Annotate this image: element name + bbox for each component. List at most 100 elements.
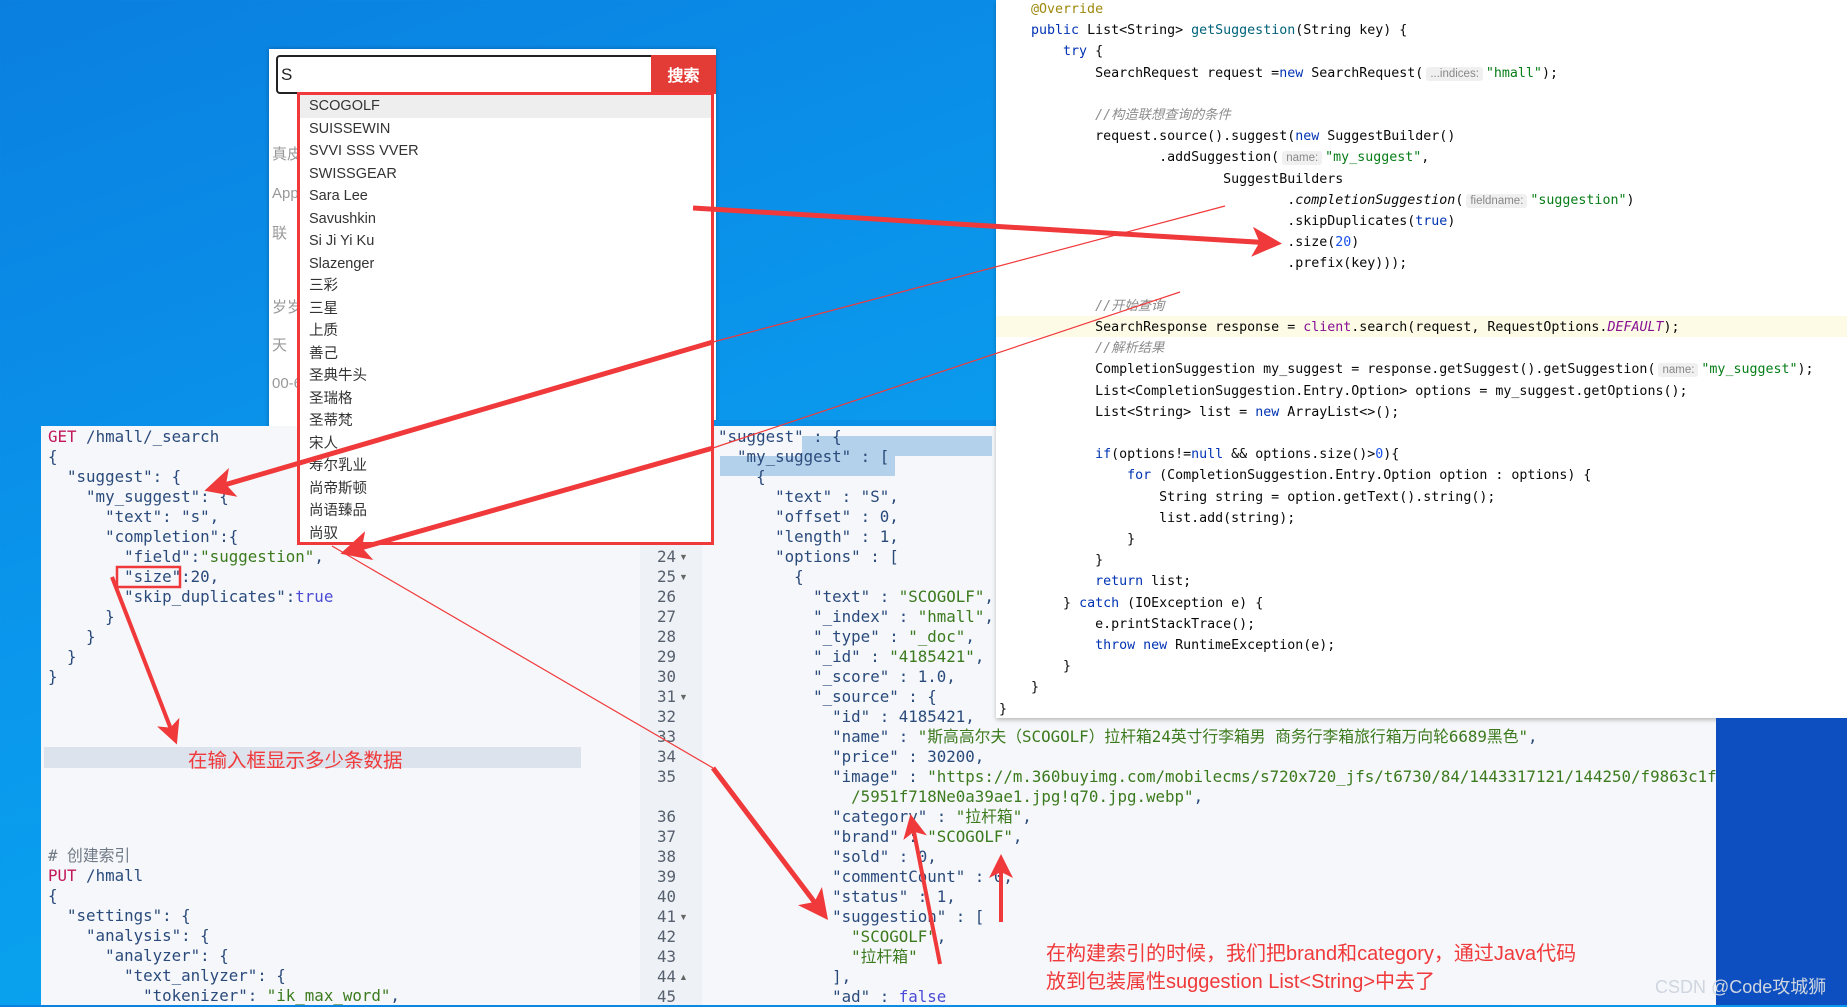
code-token: } xyxy=(48,627,96,646)
code-token: ) xyxy=(1351,235,1360,251)
code-line: .addSuggestion(name: "my_suggest", xyxy=(999,147,1429,168)
code-token: "id" : 4185421, xyxy=(699,707,975,726)
code-token: List<String> list = xyxy=(999,404,1256,420)
code-token: "https://m.360buyimg.com/mobilecms/s720x… xyxy=(927,767,1717,786)
code-line: .completionSuggestion(fieldname: "suggest… xyxy=(999,190,1634,211)
code-token: "completion":{ xyxy=(48,527,239,546)
code-line: list.add(string); xyxy=(999,508,1295,529)
suggestion-item[interactable]: SWISSGEAR xyxy=(300,163,711,186)
line-number: 37 xyxy=(656,827,676,846)
code-token: for xyxy=(999,468,1160,484)
code-line: .skipDuplicates(true) xyxy=(999,211,1455,232)
code-token: "_id" : xyxy=(699,647,890,666)
request-line: "skip_duplicates":true xyxy=(48,587,333,607)
request-line: # 创建索引 xyxy=(48,846,130,866)
response-line: "price" : 30200, xyxy=(699,747,984,767)
code-token: .addSuggestion( xyxy=(999,150,1280,166)
fold-up-icon[interactable]: ▲ xyxy=(679,967,688,987)
code-token: catch xyxy=(1079,595,1128,611)
response-line: "_id" : "4185421", xyxy=(699,647,984,667)
request-line: } xyxy=(48,607,115,627)
annotation-size: 在输入框显示多少条数据 xyxy=(188,750,403,772)
code-line: CompletionSuggestion my_suggest = respon… xyxy=(999,359,1814,380)
code-token: "tokenizer": xyxy=(48,986,267,1005)
code-token: . xyxy=(999,192,1296,208)
suggestion-item[interactable]: Slazenger xyxy=(300,253,711,276)
watermark: CSDN @Code攻城狮 xyxy=(1655,977,1827,997)
desktop-background xyxy=(1716,718,1847,1005)
suggestion-item[interactable]: 寿尔乳业 xyxy=(300,455,711,478)
code-token: "my_suggest" : [ xyxy=(699,447,890,466)
suggestion-item[interactable]: SVVI SSS VVER xyxy=(300,140,711,163)
suggestion-item[interactable]: Sara Lee xyxy=(300,185,711,208)
code-line: String string = option.getText().string(… xyxy=(999,487,1495,508)
search-input[interactable]: S xyxy=(276,55,654,94)
suggestion-item[interactable]: 尚语臻品 xyxy=(300,500,711,523)
response-line: "id" : 4185421, xyxy=(699,707,975,727)
fold-down-icon[interactable]: ▼ xyxy=(679,687,688,707)
code-token: true xyxy=(295,587,334,606)
code-token: throw new xyxy=(999,638,1176,653)
response-line: "SCOGOLF", xyxy=(699,927,946,947)
line-number: 45 xyxy=(656,987,676,1006)
code-token: "field": xyxy=(48,547,201,566)
suggestion-item[interactable]: 宋人 xyxy=(300,433,711,456)
suggestion-item[interactable]: SCOGOLF xyxy=(300,95,711,118)
fold-down-icon[interactable]: ▼ xyxy=(679,907,688,927)
code-token: (IOException e) { xyxy=(1127,595,1264,611)
line-number: 41 xyxy=(656,907,676,926)
request-line: "suggest": { xyxy=(48,467,181,487)
code-token: } xyxy=(48,667,58,686)
suggestion-item[interactable]: Si Ji Yi Ku xyxy=(300,230,711,253)
suggestion-item[interactable]: 圣典牛头 xyxy=(300,365,711,388)
code-token: "suggestion" xyxy=(200,547,315,566)
code-line: //解析结果 xyxy=(999,338,1164,359)
code-token: new xyxy=(1255,404,1288,420)
code-token: (String key) { xyxy=(1295,23,1408,39)
code-token: e.printStackTrace(); xyxy=(999,616,1256,632)
line-number: 29 xyxy=(656,647,676,666)
search-button[interactable]: 搜索 xyxy=(651,55,716,94)
suggestion-item[interactable]: Savushkin xyxy=(300,208,711,231)
code-token: fieldname: xyxy=(1466,193,1528,208)
response-line: "commentCount" : 0, xyxy=(699,867,1013,887)
code-token: .size( xyxy=(999,235,1336,251)
suggestion-item[interactable]: SUISSEWIN xyxy=(300,118,711,141)
code-token: "status" : 1, xyxy=(699,887,956,906)
code-token: SearchResponse response = xyxy=(999,320,1304,335)
code-token: client xyxy=(1303,320,1352,335)
suggestion-item[interactable]: 三星 xyxy=(300,298,711,321)
line-number: 33 xyxy=(656,727,676,746)
code-token: , xyxy=(974,647,985,666)
fold-down-icon[interactable]: ▼ xyxy=(679,547,688,567)
code-line: } xyxy=(999,677,1039,698)
code-token: "SCOGOLF" xyxy=(699,927,937,946)
line-number: 30 xyxy=(656,667,676,686)
response-line: "category" : "拉杆箱", xyxy=(699,807,1032,827)
code-token: "4185421" xyxy=(889,647,975,666)
code-token: getSuggestion xyxy=(1191,23,1296,39)
response-line: "image" : "https://m.360buyimg.com/mobil… xyxy=(699,767,1717,787)
code-token: "brand" : xyxy=(699,827,928,846)
response-line: "length" : 1, xyxy=(699,527,899,547)
fold-down-icon[interactable]: ▼ xyxy=(679,567,688,587)
suggestion-item[interactable]: 三彩 xyxy=(300,275,711,298)
code-token: "analysis": { xyxy=(48,926,210,945)
code-line: //构造联想查询的条件 xyxy=(999,105,1231,126)
suggestion-item[interactable]: 上质 xyxy=(300,320,711,343)
code-line: .prefix(key))); xyxy=(999,253,1407,274)
code-token: "sold" : 0, xyxy=(699,847,937,866)
code-token: "suggest": { xyxy=(48,467,182,486)
suggestion-item[interactable]: 尚帝斯顿 xyxy=(300,478,711,501)
request-line: } xyxy=(48,667,58,687)
suggestion-item[interactable]: 圣蒂梵 xyxy=(300,410,711,433)
code-token: "commentCount" : 0, xyxy=(699,867,1013,886)
code-token: .search(request, RequestOptions. xyxy=(1351,320,1608,335)
suggestion-item[interactable]: 圣瑞格 xyxy=(300,388,711,411)
code-token: .skipDuplicates( xyxy=(999,214,1416,229)
suggestion-item[interactable]: 善己 xyxy=(300,343,711,366)
suggestion-item[interactable]: 尚驭 xyxy=(300,523,711,546)
code-token: "skip_duplicates": xyxy=(48,587,296,606)
request-line: { xyxy=(48,886,58,906)
line-number: 31 xyxy=(656,687,676,706)
